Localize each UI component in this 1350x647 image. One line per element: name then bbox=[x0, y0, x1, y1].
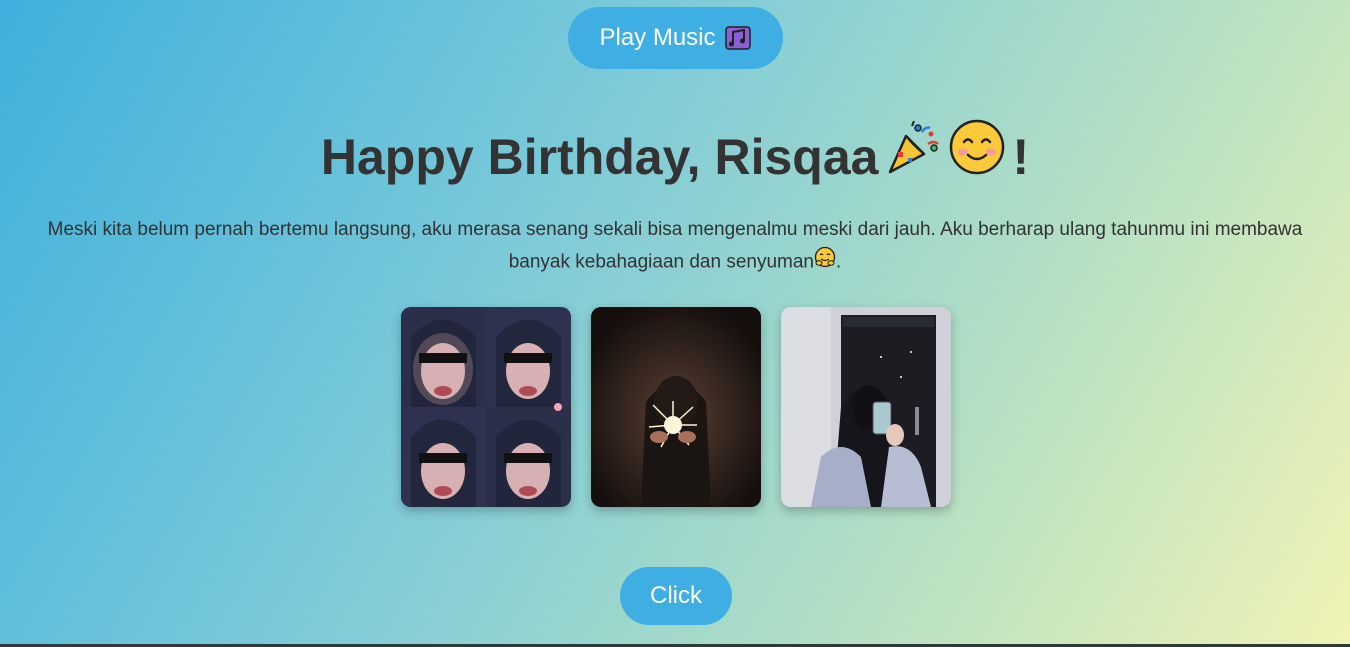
click-button[interactable]: Click bbox=[620, 567, 732, 625]
hugging-face-icon bbox=[814, 246, 836, 279]
play-music-label: Play Music bbox=[599, 24, 716, 51]
photo-gallery bbox=[401, 307, 951, 507]
message-text: Meski kita belum pernah bertemu langsung… bbox=[47, 219, 1303, 273]
message-end: . bbox=[836, 251, 842, 273]
birthday-message: Meski kita belum pernah bertemu langsung… bbox=[30, 214, 1320, 279]
play-music-button[interactable]: Play Music bbox=[568, 7, 783, 69]
page-title: Happy Birthday, Risqaa ! bbox=[0, 118, 1350, 195]
smiling-face-icon bbox=[948, 118, 1006, 195]
music-notes-icon bbox=[724, 24, 752, 52]
party-popper-icon bbox=[884, 118, 942, 195]
photo-sparkler bbox=[591, 307, 761, 507]
photo-collage-sunglasses bbox=[401, 307, 571, 507]
photo-mirror-selfie bbox=[781, 307, 951, 507]
title-exclamation: ! bbox=[1012, 128, 1030, 185]
title-text: Happy Birthday, Risqaa bbox=[320, 128, 879, 185]
